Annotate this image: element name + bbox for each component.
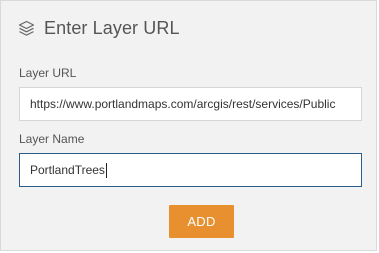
panel-title: Enter Layer URL bbox=[44, 18, 180, 38]
layer-url-value: https://www.portlandmaps.com/arcgis/rest… bbox=[30, 97, 336, 111]
layer-url-label: Layer URL bbox=[19, 66, 77, 80]
layers-icon bbox=[18, 20, 35, 36]
enter-layer-url-panel: Enter Layer URL Layer URL https://www.po… bbox=[0, 0, 377, 251]
text-caret bbox=[105, 163, 107, 179]
panel-header: Enter Layer URL bbox=[18, 18, 180, 39]
layer-name-input[interactable]: PortlandTrees bbox=[19, 153, 362, 187]
layer-url-input[interactable]: https://www.portlandmaps.com/arcgis/rest… bbox=[19, 87, 362, 121]
add-button[interactable]: ADD bbox=[169, 205, 234, 238]
layer-name-label: Layer Name bbox=[19, 132, 85, 146]
layer-name-value: PortlandTrees bbox=[30, 163, 105, 177]
